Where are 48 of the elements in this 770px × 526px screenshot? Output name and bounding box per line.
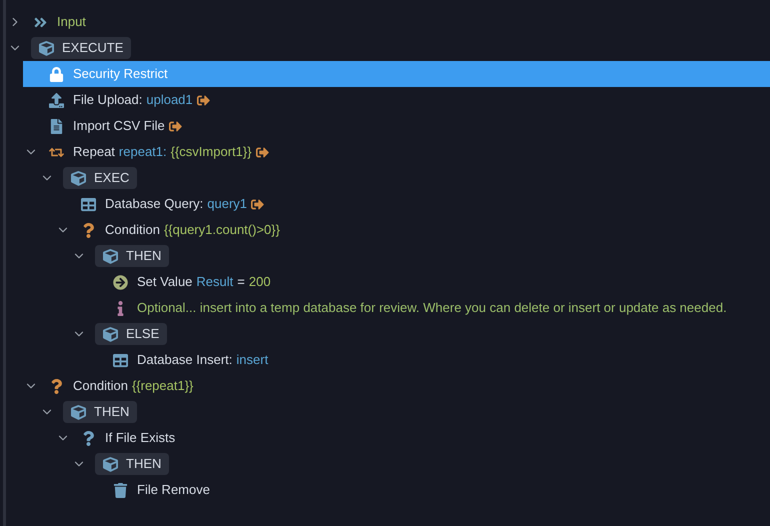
node-label: Condition: [73, 377, 128, 396]
node-value: {{query1.count()>0}}: [164, 221, 280, 240]
node-value: 200: [248, 273, 271, 292]
node-label: Security Restrict: [73, 65, 168, 84]
node-label: If File Exists: [105, 429, 176, 448]
node-value: Result: [196, 273, 234, 292]
block-label[interactable]: THEN: [63, 401, 138, 423]
node-label: Database Insert:: [137, 351, 232, 370]
node-label: Set Value: [137, 273, 192, 292]
node-label: Import CSV File: [73, 117, 165, 136]
lock-icon: [48, 66, 64, 82]
node-value: upload1: [146, 91, 193, 110]
node-value: repeat1:: [118, 143, 167, 162]
exit-icon[interactable]: [256, 146, 269, 158]
question-icon: [48, 378, 64, 394]
node-label: Database Query:: [105, 195, 204, 214]
table-icon: [80, 196, 96, 212]
cube-icon: [71, 170, 86, 186]
node-label: File Remove: [137, 481, 210, 500]
exit-icon[interactable]: [196, 94, 210, 106]
cube-icon: [103, 456, 118, 472]
cube-icon: [39, 40, 54, 56]
block-label[interactable]: THEN: [95, 453, 170, 475]
node-label: File Upload:: [73, 91, 142, 110]
node-value: =: [237, 273, 245, 292]
cube-icon: [103, 248, 118, 264]
table-icon: [112, 352, 128, 368]
node-value: insert: [236, 351, 268, 370]
question-icon: [80, 222, 96, 238]
document-icon: [48, 118, 64, 134]
exit-icon[interactable]: [168, 120, 182, 132]
exit-icon[interactable]: [251, 198, 264, 210]
node-value: {{repeat1}}: [132, 377, 194, 396]
node-value: {{csvImport1}}: [170, 143, 252, 162]
block-label[interactable]: EXEC: [63, 167, 138, 189]
block-label[interactable]: ELSE: [95, 323, 168, 345]
cube-icon: [103, 326, 118, 342]
block-label[interactable]: THEN: [95, 245, 170, 267]
node-value: query1: [207, 195, 248, 214]
node-label: Condition: [105, 221, 160, 240]
block-label[interactable]: EXECUTE: [31, 37, 132, 59]
question-icon: [80, 430, 96, 446]
node-label: Input: [57, 13, 86, 32]
node-label: Repeat: [73, 143, 115, 162]
node-label: Optional... insert into a temp database for review. Where you can delete or insert or update as needed.: [137, 299, 727, 318]
upload-icon: [48, 92, 64, 108]
cube-icon: [71, 404, 86, 420]
trash-icon: [112, 482, 128, 498]
